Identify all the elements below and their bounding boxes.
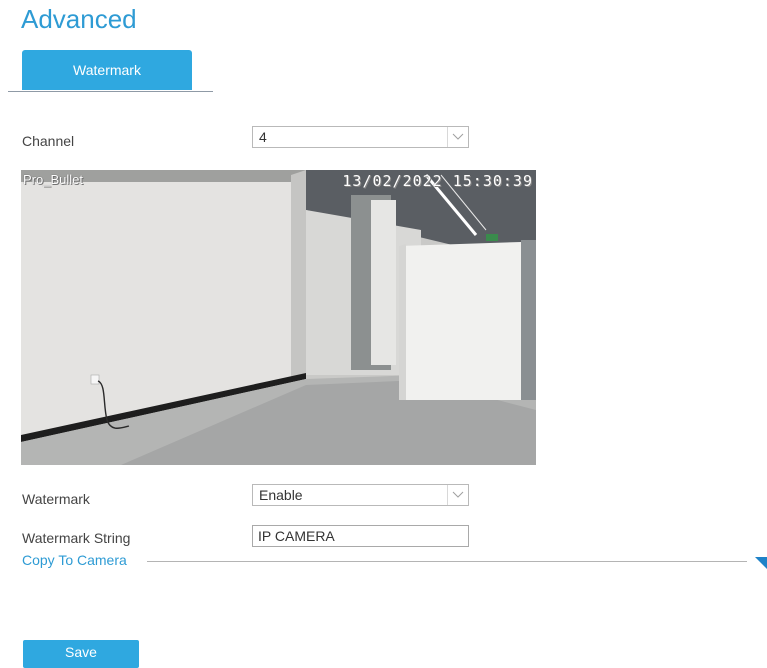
chevron-down-icon <box>447 127 468 147</box>
tab-bar: Watermark <box>8 50 213 92</box>
timestamp-overlay: 13/02/2022 15:30:39 <box>342 172 533 190</box>
watermark-string-label: Watermark String <box>22 530 131 546</box>
page-title: Advanced <box>21 4 137 34</box>
channel-select[interactable]: 4 <box>252 126 469 148</box>
save-button[interactable]: Save <box>23 640 139 668</box>
watermark-select[interactable]: Enable <box>252 484 469 506</box>
channel-select-value: 4 <box>259 129 267 145</box>
divider <box>147 561 747 562</box>
camera-preview: Pro_Bullet 13/02/2022 15:30:39 <box>21 170 536 465</box>
tab-watermark[interactable]: Watermark <box>22 50 192 90</box>
chevron-down-icon <box>447 485 468 505</box>
camera-preview-image <box>21 170 536 465</box>
channel-label: Channel <box>22 133 75 149</box>
copy-to-camera-link[interactable]: Copy To Camera <box>22 552 127 568</box>
camera-name-overlay: Pro_Bullet <box>23 172 83 187</box>
watermark-label: Watermark <box>22 491 90 507</box>
watermark-select-value: Enable <box>259 487 303 503</box>
triangle-down-icon[interactable] <box>755 556 767 569</box>
watermark-string-input[interactable] <box>252 525 469 547</box>
